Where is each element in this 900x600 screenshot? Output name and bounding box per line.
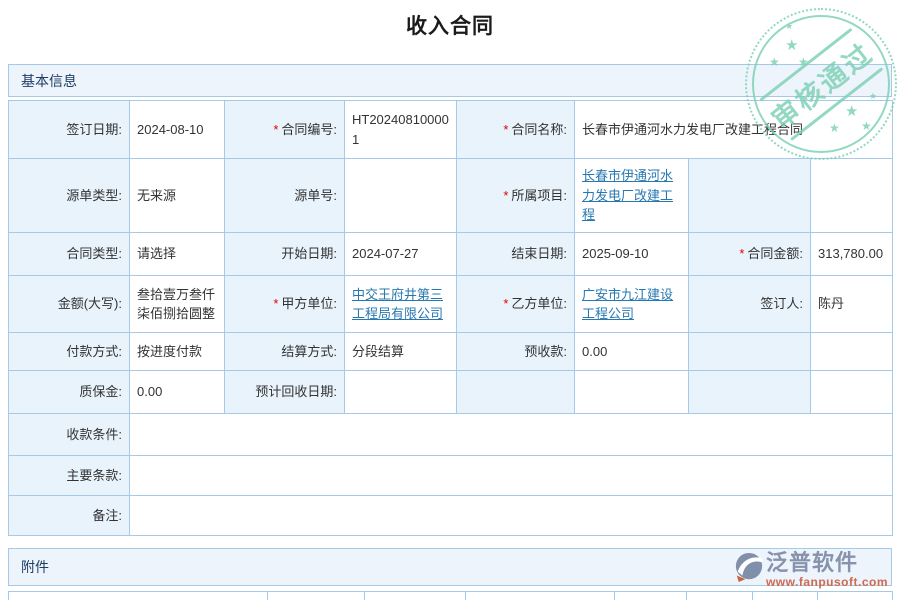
contract-name-label: *合同名称:: [457, 101, 575, 159]
section-title: 附件: [21, 557, 49, 577]
advance-payment-label: 预收款:: [457, 333, 575, 371]
party-b-value: 广安市九江建设工程公司: [575, 276, 689, 333]
fanpusoft-url: www.fanpusoft.com: [766, 575, 888, 589]
warranty-deposit-label: 质保金:: [9, 371, 130, 414]
section-header-basic-info: 基本信息: [8, 64, 892, 97]
end-date-label: 结束日期:: [457, 233, 575, 276]
star-icon: ★: [785, 38, 798, 53]
table-row: [9, 592, 893, 600]
empty-value-cell: [811, 159, 893, 233]
source-no-value: [345, 159, 457, 233]
table-row: 主要条款:: [9, 456, 893, 496]
settlement-method-value: 分段结算: [345, 333, 457, 371]
advance-payment-value: 0.00: [575, 333, 689, 371]
receipt-terms-label: 收款条件:: [9, 414, 130, 456]
table-row: 收款条件:: [9, 414, 893, 456]
empty-label-cell: [457, 371, 575, 414]
contract-type-label: 合同类型:: [9, 233, 130, 276]
amount-value: 313,780.00: [811, 233, 893, 276]
table-row: 签订日期: 2024-08-10 *合同编号: HT202408100001 *…: [9, 101, 893, 159]
end-date-value: 2025-09-10: [575, 233, 689, 276]
table-row: 质保金: 0.00 预计回收日期:: [9, 371, 893, 414]
project-label: *所属项目:: [457, 159, 575, 233]
payment-method-label: 付款方式:: [9, 333, 130, 371]
required-marker: *: [503, 122, 508, 137]
contract-no-label: *合同编号:: [225, 101, 345, 159]
table-row: 付款方式: 按进度付款 结算方式: 分段结算 预收款: 0.00: [9, 333, 893, 371]
warranty-deposit-value: 0.00: [130, 371, 225, 414]
required-marker: *: [273, 296, 278, 311]
main-clauses-label: 主要条款:: [9, 456, 130, 496]
payment-method-value: 按进度付款: [130, 333, 225, 371]
contract-no-value: HT202408100001: [345, 101, 457, 159]
remarks-value: [130, 496, 893, 536]
party-b-link[interactable]: 广安市九江建设工程公司: [582, 287, 673, 322]
party-b-label: *乙方单位:: [457, 276, 575, 333]
empty-value-cell: [811, 371, 893, 414]
project-link[interactable]: 长春市伊通河水力发电厂改建工程: [582, 168, 673, 222]
empty-label-cell: [689, 371, 811, 414]
attachment-table: [8, 591, 893, 600]
party-a-value: 中交王府井第三工程局有限公司: [345, 276, 457, 333]
source-type-value: 无来源: [130, 159, 225, 233]
party-a-label: *甲方单位:: [225, 276, 345, 333]
start-date-label: 开始日期:: [225, 233, 345, 276]
required-marker: *: [273, 122, 278, 137]
table-row: 金额(大写): 叁拾壹万叁仟柒佰捌拾圆整 *甲方单位: 中交王府井第三工程局有限…: [9, 276, 893, 333]
table-row: 备注:: [9, 496, 893, 536]
amount-label: *合同金额:: [689, 233, 811, 276]
sign-date-label: 签订日期:: [9, 101, 130, 159]
fanpusoft-logo-icon: [734, 551, 764, 588]
source-no-label: 源单号:: [225, 159, 345, 233]
expected-recovery-date-label: 预计回收日期:: [225, 371, 345, 414]
remarks-label: 备注:: [9, 496, 130, 536]
fanpusoft-watermark: 泛普软件 www.fanpusoft.com: [734, 551, 888, 589]
empty-label-cell: [689, 333, 811, 371]
required-marker: *: [503, 188, 508, 203]
project-value: 长春市伊通河水力发电厂改建工程: [575, 159, 689, 233]
table-row: 合同类型: 请选择 开始日期: 2024-07-27 结束日期: 2025-09…: [9, 233, 893, 276]
fanpusoft-logo-text: 泛普软件: [766, 551, 888, 575]
page-title: 收入合同: [0, 0, 900, 40]
empty-label-cell: [689, 159, 811, 233]
section-title: 基本信息: [21, 71, 77, 91]
settlement-method-label: 结算方式:: [225, 333, 345, 371]
signer-label: 签订人:: [689, 276, 811, 333]
party-a-link[interactable]: 中交王府井第三工程局有限公司: [352, 287, 443, 322]
empty-value-cell: [575, 371, 689, 414]
table-row: 源单类型: 无来源 源单号: *所属项目: 长春市伊通河水力发电厂改建工程: [9, 159, 893, 233]
source-type-label: 源单类型:: [9, 159, 130, 233]
contract-name-value: 长春市伊通河水力发电厂改建工程合同: [575, 101, 893, 159]
start-date-value: 2024-07-27: [345, 233, 457, 276]
expected-recovery-date-value: [345, 371, 457, 414]
signer-value: 陈丹: [811, 276, 893, 333]
required-marker: *: [503, 296, 508, 311]
amount-words-value: 叁拾壹万叁仟柒佰捌拾圆整: [130, 276, 225, 333]
contract-type-value: 请选择: [130, 233, 225, 276]
basic-info-table: 签订日期: 2024-08-10 *合同编号: HT202408100001 *…: [8, 100, 893, 536]
amount-words-label: 金额(大写):: [9, 276, 130, 333]
empty-value-cell: [9, 592, 268, 600]
main-clauses-value: [130, 456, 893, 496]
sign-date-value: 2024-08-10: [130, 101, 225, 159]
receipt-terms-value: [130, 414, 893, 456]
empty-value-cell: [811, 333, 893, 371]
required-marker: *: [739, 246, 744, 261]
